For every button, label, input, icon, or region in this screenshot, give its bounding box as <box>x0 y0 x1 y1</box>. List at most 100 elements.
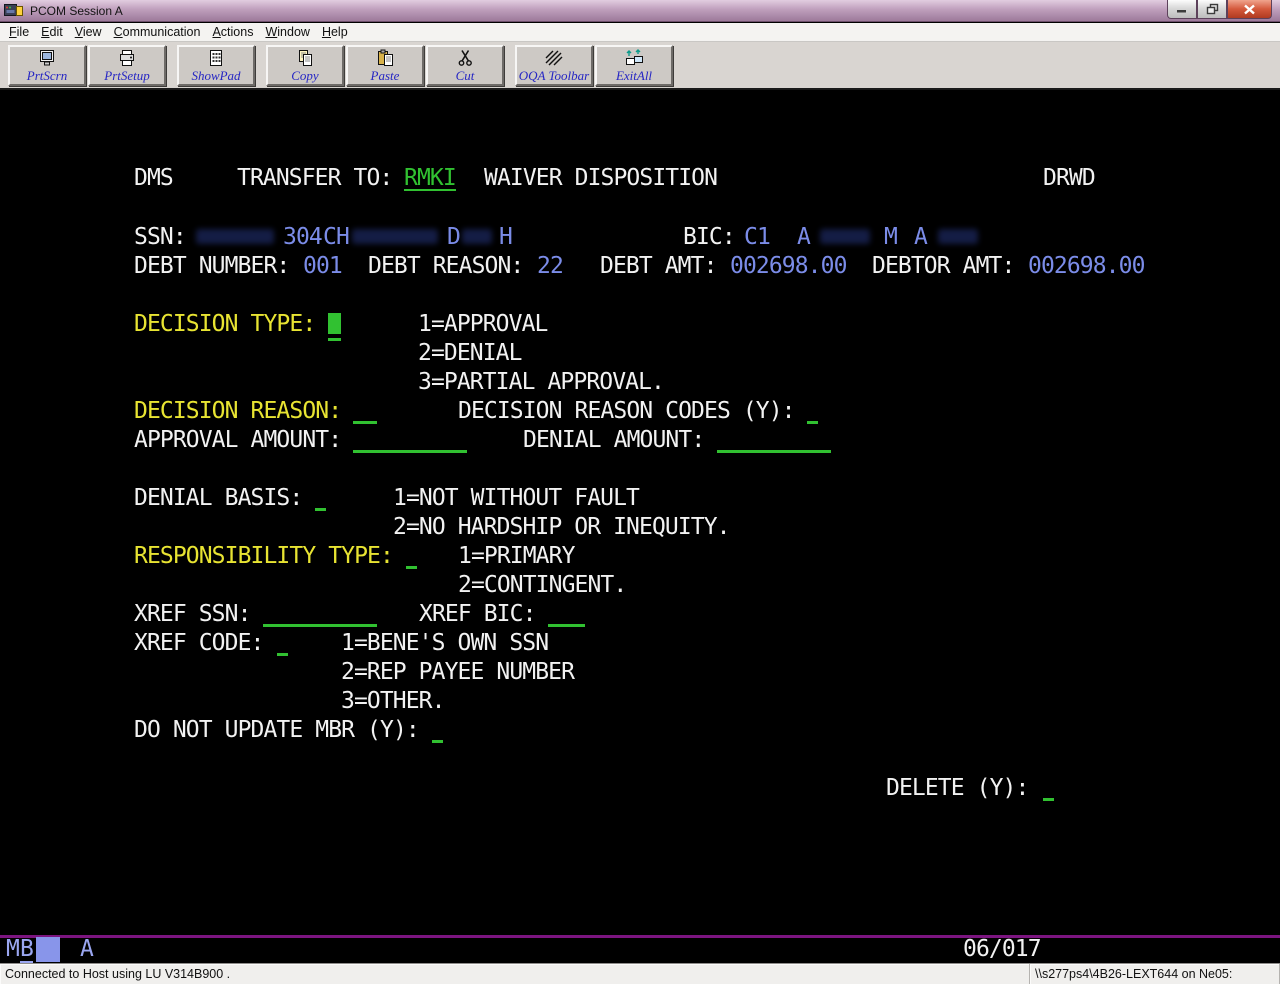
terminal-text: 1=PRIMARY <box>458 545 575 567</box>
cursor-field-underline[interactable] <box>328 338 341 341</box>
terminal-text: RESPONSIBILITY TYPE: <box>134 545 393 567</box>
terminal-text: XREF SSN: <box>134 603 251 625</box>
terminal-text: A <box>914 226 927 248</box>
delete-input[interactable] <box>1043 798 1054 801</box>
denial-amount-input[interactable] <box>717 450 831 453</box>
terminal-text: DEBT REASON: <box>368 255 523 277</box>
toolbar-button-paste[interactable]: Paste <box>346 45 424 86</box>
oia-session-indicator: A <box>80 938 93 961</box>
toolbar-separator <box>506 45 515 46</box>
minimize-icon <box>1176 4 1188 14</box>
toolbar-button-prtscrn[interactable]: PrtScrn <box>8 45 86 86</box>
debt-number-value: 001 <box>303 255 342 277</box>
scissors-icon <box>456 48 474 68</box>
terminal-text: 2=REP PAYEE NUMBER <box>341 661 574 683</box>
toolbar-button-label: OQA Toolbar <box>519 68 589 84</box>
app-icon <box>4 3 24 18</box>
window-titlebar: PCOM Session A <box>0 0 1280 22</box>
terminal-text: DELETE (Y): <box>886 777 1028 799</box>
terminal-text: 3=OTHER. <box>341 690 445 712</box>
responsibility-type-input[interactable] <box>406 566 417 569</box>
denial-basis-input[interactable] <box>315 508 326 511</box>
terminal-text: TRANSFER TO: <box>237 167 392 189</box>
menu-item-file[interactable]: File <box>3 23 35 41</box>
terminal-text: XREF BIC: <box>419 603 536 625</box>
terminal-text: M <box>884 226 897 248</box>
terminal-text: SSN: <box>134 226 186 248</box>
debt-reason-value: 22 <box>537 255 563 277</box>
keypad-icon <box>207 48 225 68</box>
xref-bic-input[interactable] <box>548 624 585 627</box>
decision-reason-codes-input[interactable] <box>807 421 818 424</box>
menu-item-edit[interactable]: Edit <box>35 23 69 41</box>
redacted-text <box>196 229 274 244</box>
restore-icon <box>1206 3 1219 15</box>
terminal-text: DENIAL AMOUNT: <box>523 429 704 451</box>
toolbar-button-prtsetup[interactable]: PrtSetup <box>88 45 166 86</box>
toolbar-button-label: Copy <box>291 68 318 84</box>
menu-item-window[interactable]: Window <box>259 23 315 41</box>
debtor-amt-value: 002698.00 <box>1028 255 1145 277</box>
hatch-lines-icon <box>543 48 565 68</box>
status-connection-text: Connected to Host using LU V314B900 . <box>0 964 1030 984</box>
close-button[interactable] <box>1227 0 1272 19</box>
restore-button[interactable] <box>1197 0 1227 19</box>
do-not-update-mbr-input[interactable] <box>432 740 443 743</box>
toolbar-button-label: ExitAll <box>616 68 652 84</box>
toolbar-button-label: Paste <box>371 68 400 84</box>
minimize-button[interactable] <box>1167 0 1197 19</box>
toolbar-button-copy[interactable]: Copy <box>266 45 344 86</box>
terminal-text: H <box>499 226 512 248</box>
toolbar-button-showpad[interactable]: ShowPad <box>177 45 255 86</box>
menu-item-communication[interactable]: Communication <box>108 23 207 41</box>
toolbar-button-label: ShowPad <box>191 68 240 84</box>
toolbar-button-label: Cut <box>456 68 475 84</box>
toolbar-button-label: PrtScrn <box>27 68 67 84</box>
copy-icon <box>295 48 315 68</box>
printer-setup-icon <box>117 48 137 68</box>
terminal-text: DECISION REASON: <box>134 400 341 422</box>
oia-block-indicator <box>36 937 60 962</box>
menu-item-view[interactable]: View <box>69 23 108 41</box>
exit-all-icon <box>623 48 645 68</box>
pcom-window: PCOM Session A FileEditViewCommunication… <box>0 0 1280 984</box>
redacted-text <box>352 229 438 244</box>
toolbar-button-oqa-toolbar[interactable]: OQA Toolbar <box>515 45 593 86</box>
terminal-text: 2=DENIAL <box>418 342 522 364</box>
terminal-text: DEBT NUMBER: <box>134 255 289 277</box>
terminal-text: DEBT AMT: <box>600 255 717 277</box>
terminal-text: DENIAL BASIS: <box>134 487 302 509</box>
menubar: FileEditViewCommunicationActionsWindowHe… <box>0 23 1280 42</box>
print-screen-icon <box>37 48 57 68</box>
terminal-text: 1=NOT WITHOUT FAULT <box>393 487 639 509</box>
terminal-text: C1 <box>744 226 770 248</box>
toolbar-button-cut[interactable]: Cut <box>426 45 504 86</box>
status-bar: Connected to Host using LU V314B900 . \\… <box>0 963 1280 984</box>
paste-icon <box>375 48 395 68</box>
system-id: DMS <box>134 167 173 189</box>
redacted-text <box>462 229 492 244</box>
xref-ssn-input[interactable] <box>263 624 377 627</box>
toolbar-separator <box>257 45 266 46</box>
terminal-text: 2=NO HARDSHIP OR INEQUITY. <box>393 516 730 538</box>
screen-code: DRWD <box>1043 167 1095 189</box>
toolbar-button-label: PrtSetup <box>104 68 150 84</box>
debt-amt-value: 002698.00 <box>730 255 847 277</box>
decision-reason-input[interactable] <box>353 421 377 424</box>
toolbar-button-exitall[interactable]: ExitAll <box>595 45 673 86</box>
redacted-text <box>820 229 870 244</box>
oia-status-text: M <box>6 938 19 961</box>
menu-item-help[interactable]: Help <box>316 23 354 41</box>
decision-type-input[interactable] <box>328 313 341 334</box>
debtor-amt-label: DEBTOR AMT: <box>872 255 1014 277</box>
oia-b-indicator: B <box>20 938 33 963</box>
menu-item-actions[interactable]: Actions <box>206 23 259 41</box>
cursor-position-indicator: 06/017 <box>963 938 1041 961</box>
xref-code-input[interactable] <box>277 653 288 656</box>
terminal-text: 2=CONTINGENT. <box>458 574 626 596</box>
terminal-text: BIC: <box>683 226 735 248</box>
terminal-screen[interactable]: DMSTRANSFER TO:RMKIWAIVER DISPOSITIONDRW… <box>0 90 1280 935</box>
window-controls <box>1167 0 1272 19</box>
approval-amount-input[interactable] <box>353 450 467 453</box>
terminal-text: DECISION TYPE: <box>134 313 315 335</box>
